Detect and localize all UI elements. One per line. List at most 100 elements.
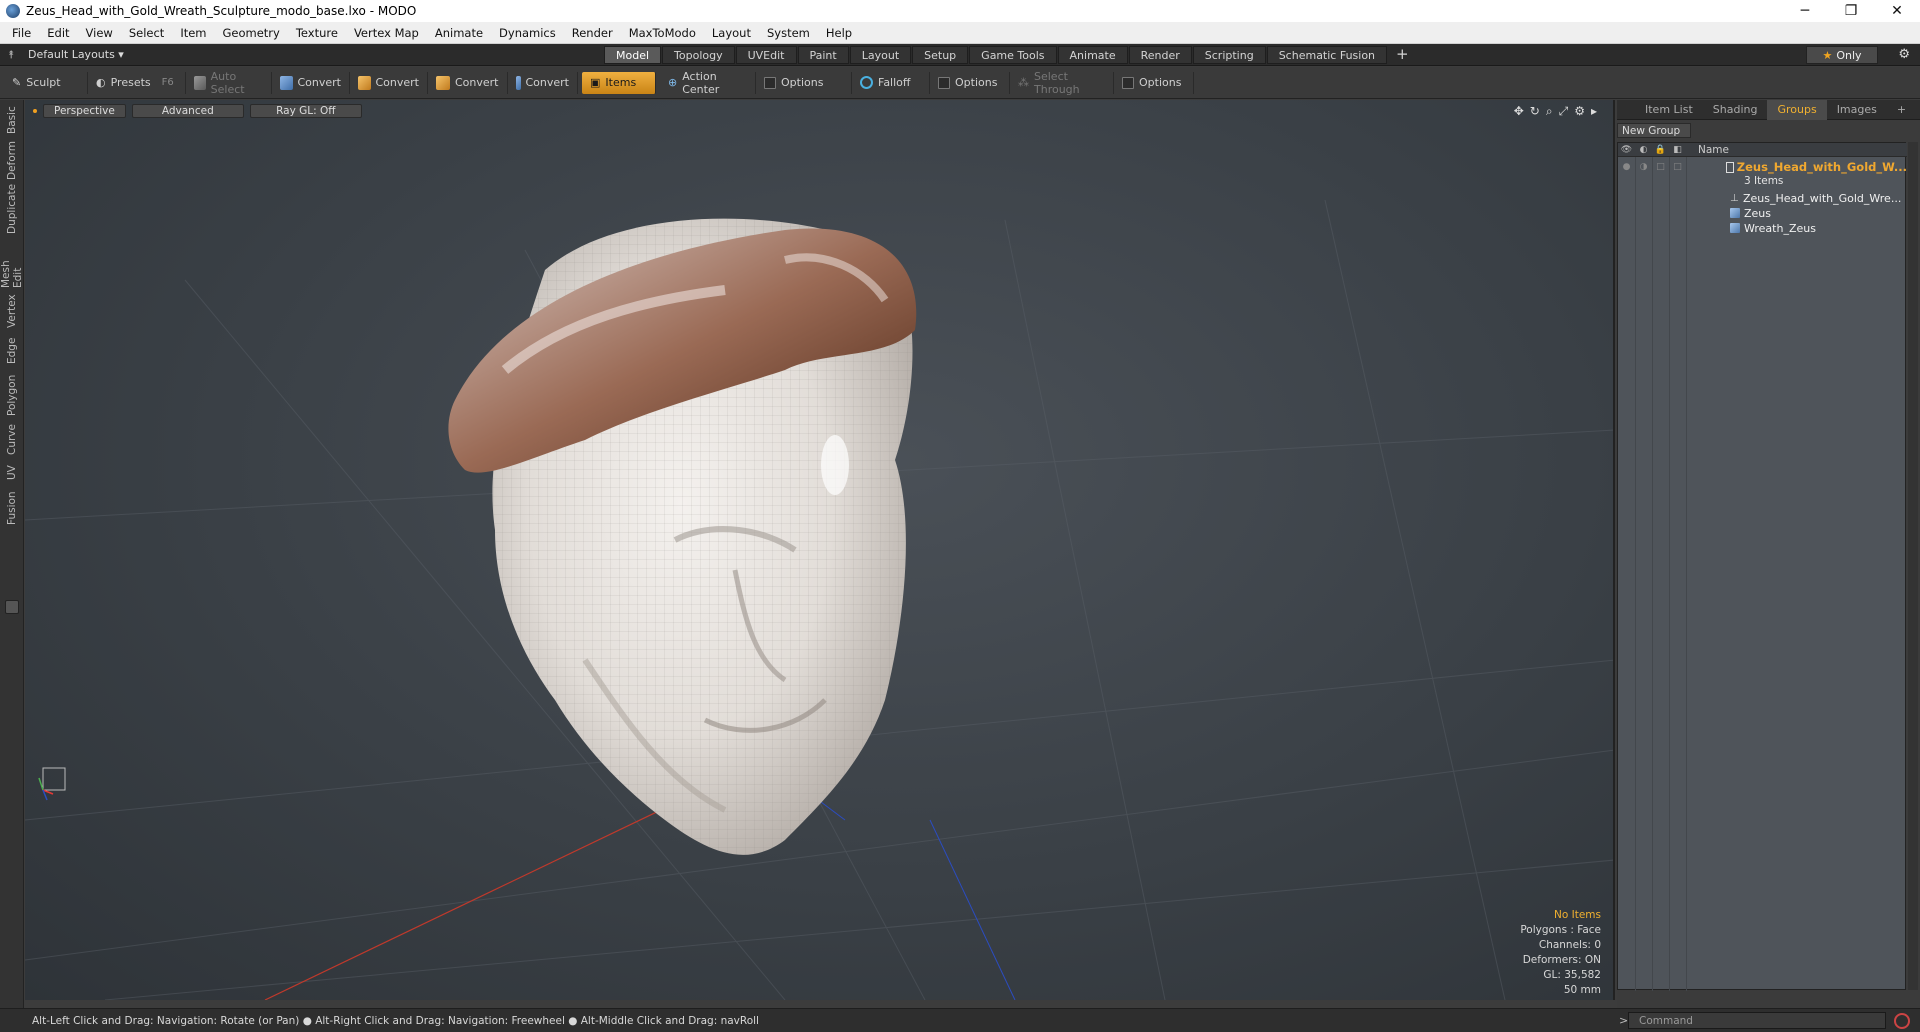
panel-toggle-icon[interactable] bbox=[5, 600, 19, 614]
tab-vertex[interactable]: Vertex bbox=[2, 292, 22, 330]
group-child-row[interactable]: ⊥ Zeus_Head_with_Gold_Wre... bbox=[1618, 190, 1907, 206]
lock-column-icon[interactable]: 🔒 bbox=[1652, 145, 1669, 155]
tab-uvedit[interactable]: UVEdit bbox=[735, 46, 797, 64]
convert-button-4[interactable]: Convert bbox=[508, 71, 578, 94]
command-input[interactable]: Command bbox=[1628, 1012, 1886, 1029]
options-button-3[interactable]: Options bbox=[1114, 71, 1194, 94]
expand-arrow-icon[interactable]: ▸ bbox=[1591, 104, 1597, 119]
menu-layout[interactable]: Layout bbox=[704, 26, 759, 40]
tab-shading[interactable]: Shading bbox=[1703, 100, 1768, 120]
tab-basic[interactable]: Basic bbox=[2, 104, 22, 136]
tab-deform[interactable]: Deform bbox=[2, 140, 22, 180]
menu-system[interactable]: System bbox=[759, 26, 818, 40]
maximize-viewport-icon[interactable]: ⤢ bbox=[1559, 104, 1569, 119]
presets-button[interactable]: ◐ Presets F6 bbox=[88, 71, 186, 94]
tab-model[interactable]: Model bbox=[604, 46, 662, 64]
tab-curve[interactable]: Curve bbox=[2, 422, 22, 458]
render-column-icon[interactable]: ◐ bbox=[1635, 145, 1652, 155]
right-panel-tabs: Item List Shading Groups Images + bbox=[1617, 99, 1920, 120]
menu-file[interactable]: File bbox=[4, 26, 39, 40]
menu-dynamics[interactable]: Dynamics bbox=[491, 26, 564, 40]
tab-mesh-edit[interactable]: Mesh Edit bbox=[0, 238, 24, 288]
select-icon[interactable]: □ bbox=[1669, 162, 1686, 172]
convert-polygons-icon bbox=[436, 75, 450, 90]
close-button[interactable]: ✕ bbox=[1874, 0, 1920, 22]
menu-view[interactable]: View bbox=[78, 26, 121, 40]
command-history-icon[interactable] bbox=[1894, 1013, 1910, 1029]
layout-collapse-icon[interactable]: ⯭ bbox=[0, 48, 22, 62]
group-child-row[interactable]: Zeus bbox=[1618, 205, 1907, 221]
options-button-1[interactable]: Options bbox=[756, 71, 852, 94]
menu-animate[interactable]: Animate bbox=[427, 26, 491, 40]
tab-edge[interactable]: Edge bbox=[2, 334, 22, 368]
menu-render[interactable]: Render bbox=[564, 26, 621, 40]
tab-render[interactable]: Render bbox=[1128, 46, 1192, 64]
scene-stats: No Items Polygons : Face Channels: 0 Def… bbox=[1520, 908, 1601, 998]
menu-geometry[interactable]: Geometry bbox=[215, 26, 288, 40]
action-center-button[interactable]: ⊕ Action Center bbox=[660, 70, 756, 96]
tab-topology[interactable]: Topology bbox=[662, 46, 735, 64]
pan-icon[interactable]: ✥ bbox=[1514, 104, 1524, 119]
group-row-toggles: ● ◑ □ □ bbox=[1618, 162, 1686, 172]
default-layouts-dropdown[interactable]: Default Layouts ▾ bbox=[28, 48, 124, 61]
3d-viewport[interactable]: Perspective Advanced Ray GL: Off ✥ ↻ ⌕ ⤢… bbox=[25, 100, 1615, 1000]
viewport-settings-icon[interactable]: ⚙ bbox=[1574, 104, 1585, 119]
tab-groups[interactable]: Groups bbox=[1767, 99, 1827, 120]
ray-gl-toggle[interactable]: Ray GL: Off bbox=[249, 104, 362, 118]
tab-fusion[interactable]: Fusion bbox=[2, 488, 22, 528]
menu-texture[interactable]: Texture bbox=[288, 26, 346, 40]
tab-setup[interactable]: Setup bbox=[912, 46, 969, 64]
new-group-button[interactable]: New Group bbox=[1617, 123, 1691, 138]
render-icon[interactable]: ◑ bbox=[1635, 162, 1652, 172]
items-mode-button[interactable]: ▣ Items bbox=[582, 71, 656, 94]
tab-duplicate[interactable]: Duplicate bbox=[2, 184, 22, 234]
select-through-button[interactable]: ⁂ Select Through bbox=[1010, 70, 1114, 96]
lock-icon[interactable]: □ bbox=[1652, 162, 1669, 172]
auto-select-button[interactable]: Auto Select bbox=[186, 70, 272, 96]
add-panel-tab-button[interactable]: + bbox=[1887, 100, 1916, 120]
tab-uv[interactable]: UV bbox=[2, 462, 22, 484]
convert-label-3: Convert bbox=[455, 76, 499, 89]
convert-button-2[interactable]: Convert bbox=[350, 71, 428, 94]
perspective-dropdown[interactable]: Perspective bbox=[43, 104, 126, 118]
viewport-menu-dot[interactable] bbox=[33, 109, 37, 113]
group-child-row[interactable]: Wreath_Zeus bbox=[1618, 220, 1907, 236]
tab-paint[interactable]: Paint bbox=[797, 46, 849, 64]
tab-item-list[interactable]: Item List bbox=[1635, 100, 1703, 120]
add-tab-button[interactable]: + bbox=[1388, 46, 1417, 64]
tab-images[interactable]: Images bbox=[1827, 100, 1887, 120]
menu-select[interactable]: Select bbox=[121, 26, 172, 40]
only-label: Only bbox=[1836, 48, 1862, 62]
sculpt-button[interactable]: ✎ Sculpt bbox=[4, 71, 88, 94]
tab-animate[interactable]: Animate bbox=[1057, 46, 1128, 64]
eye-icon[interactable]: ● bbox=[1618, 162, 1635, 172]
menu-edit[interactable]: Edit bbox=[39, 26, 77, 40]
tab-layout[interactable]: Layout bbox=[849, 46, 912, 64]
menu-help[interactable]: Help bbox=[818, 26, 860, 40]
right-panel-scrollbar[interactable] bbox=[1908, 142, 1918, 990]
rotate-icon[interactable]: ↻ bbox=[1530, 104, 1540, 119]
convert-button-1[interactable]: Convert bbox=[272, 71, 350, 94]
select-column-icon[interactable]: ◧ bbox=[1669, 145, 1686, 155]
maximize-button[interactable]: ❐ bbox=[1828, 0, 1874, 22]
tab-game-tools[interactable]: Game Tools bbox=[969, 46, 1057, 64]
name-column-header[interactable]: Name bbox=[1698, 144, 1729, 156]
viewport-nav-icons: ✥ ↻ ⌕ ⤢ ⚙ ▸ bbox=[1514, 104, 1597, 119]
tab-polygon[interactable]: Polygon bbox=[2, 372, 22, 418]
gear-icon[interactable]: ⚙ bbox=[1898, 47, 1910, 62]
tab-scripting[interactable]: Scripting bbox=[1192, 46, 1266, 64]
only-toggle[interactable]: ★ Only bbox=[1806, 46, 1878, 64]
menu-vertex-map[interactable]: Vertex Map bbox=[346, 26, 427, 40]
shading-advanced-dropdown[interactable]: Advanced bbox=[131, 104, 244, 118]
menu-item[interactable]: Item bbox=[172, 26, 214, 40]
viewport-header: Perspective Advanced Ray GL: Off bbox=[33, 104, 362, 118]
convert-button-3[interactable]: Convert bbox=[428, 71, 508, 94]
options-button-2[interactable]: Options bbox=[930, 71, 1010, 94]
minimize-button[interactable]: ─ bbox=[1782, 0, 1828, 22]
child-item-name: Zeus bbox=[1744, 206, 1772, 220]
menu-maxtomodo[interactable]: MaxToModo bbox=[621, 26, 704, 40]
tab-schematic-fusion[interactable]: Schematic Fusion bbox=[1266, 46, 1388, 64]
zoom-icon[interactable]: ⌕ bbox=[1546, 104, 1553, 119]
falloff-button[interactable]: Falloff bbox=[852, 71, 930, 94]
visibility-column-icon[interactable]: 👁 bbox=[1618, 145, 1635, 155]
